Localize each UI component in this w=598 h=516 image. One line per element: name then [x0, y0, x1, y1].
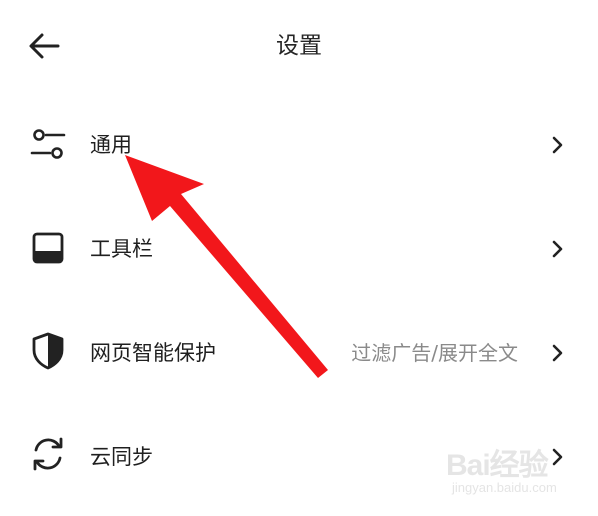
settings-item-label: 工具栏 — [90, 237, 153, 261]
settings-item-toolbar[interactable]: 工具栏 — [0, 196, 598, 300]
page-title: 设置 — [276, 33, 322, 59]
settings-item-value: 过滤广告/展开全文 — [351, 341, 518, 365]
sliders-icon — [28, 124, 68, 164]
settings-item-label: 云同步 — [90, 445, 153, 469]
settings-item-cloud-sync[interactable]: 云同步 — [0, 404, 598, 508]
chevron-right-icon — [550, 238, 564, 260]
chevron-right-icon — [550, 134, 564, 156]
settings-item-label: 通用 — [90, 133, 132, 157]
settings-item-label: 网页智能保护 — [90, 341, 216, 365]
sync-icon — [28, 434, 68, 474]
toolbar-icon — [28, 228, 68, 268]
settings-item-web-protection[interactable]: 网页智能保护 过滤广告/展开全文 — [0, 300, 598, 404]
header-bar: 设置 — [0, 0, 598, 92]
shield-icon — [28, 331, 68, 371]
chevron-right-icon — [550, 342, 564, 364]
chevron-right-icon — [550, 446, 564, 468]
settings-item-general[interactable]: 通用 — [0, 92, 598, 196]
